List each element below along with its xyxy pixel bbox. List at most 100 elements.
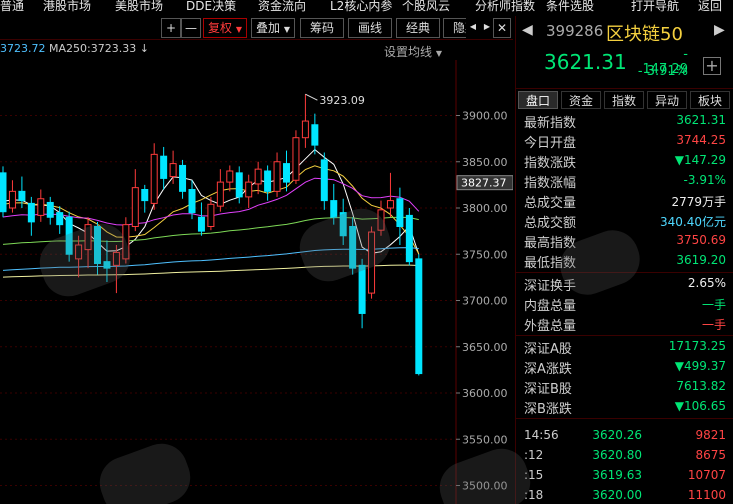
candle-up bbox=[226, 170, 234, 183]
price-axis: 3900.00 3850.00 3800.00 3750.00 3700.00 3650.… bbox=[305, 93, 513, 493]
index-stat-value: 340.40亿元 bbox=[660, 215, 726, 229]
zoom-out-button[interactable]: — bbox=[181, 18, 201, 38]
candle-up bbox=[292, 137, 300, 181]
tab-index[interactable]: 指数 bbox=[604, 91, 644, 109]
turnover-stat-row: 内盘总量 一手 bbox=[516, 294, 733, 314]
index-stat-label: 最新指数 bbox=[524, 116, 577, 131]
candle-down bbox=[56, 212, 64, 226]
candle-down bbox=[330, 200, 338, 218]
market-stat-value: 7613.82 bbox=[676, 379, 726, 393]
tick-volume: 8675 bbox=[695, 448, 726, 462]
market-stat-label: 深A涨跌 bbox=[524, 362, 572, 377]
tab-funds[interactable]: 资金 bbox=[561, 91, 601, 109]
draw-line-button[interactable]: 画线 bbox=[348, 18, 392, 38]
candle-down bbox=[396, 198, 404, 227]
tick-price: 3620.26 bbox=[592, 428, 642, 442]
current-price-label: 3827.37 bbox=[461, 177, 507, 190]
fuquan-button[interactable]: 复权 ▼ bbox=[203, 18, 247, 38]
index-stat-label: 指数涨幅 bbox=[524, 176, 577, 191]
chip-button[interactable]: 筹码 bbox=[300, 18, 344, 38]
index-stat-value: -3.91% bbox=[683, 173, 726, 187]
tab-sector[interactable]: 板块 bbox=[690, 91, 730, 109]
turnover-stat-label: 内盘总量 bbox=[524, 299, 577, 314]
candle-down bbox=[235, 172, 243, 198]
close-icon[interactable]: ✕ bbox=[493, 18, 511, 38]
ma250-value: 3723.33 bbox=[90, 42, 137, 55]
menu-item-navigation[interactable]: 打开导航 bbox=[631, 0, 679, 12]
market-stat-label: 深证A股 bbox=[524, 342, 572, 357]
ma-settings-label: 设置均线 bbox=[384, 45, 433, 59]
candle-up bbox=[254, 168, 262, 185]
index-price: 3621.31 bbox=[544, 50, 627, 74]
candle-up bbox=[386, 200, 394, 209]
arrow-down-icon: ↓ bbox=[139, 42, 149, 55]
turnover-stat-value: 2.65% bbox=[687, 276, 726, 290]
candle-down bbox=[311, 124, 319, 146]
candle-up bbox=[245, 181, 253, 198]
divider bbox=[516, 418, 733, 419]
candle-down bbox=[188, 189, 196, 214]
index-stat-label: 今日开盘 bbox=[524, 136, 577, 151]
index-stat-row: 指数涨跌 ▼147.29 bbox=[516, 151, 733, 171]
market-stat-row: 深B涨跌 ▼106.65 bbox=[516, 397, 733, 417]
menu-item-analyst[interactable]: 分析师指数 bbox=[475, 0, 535, 12]
index-name: 区块链50 bbox=[606, 24, 683, 45]
y-tick-label: 3550.00 bbox=[462, 433, 508, 446]
tick-price: 3620.80 bbox=[592, 448, 642, 462]
zoom-in-button[interactable]: + bbox=[161, 18, 181, 38]
candle-down bbox=[283, 163, 290, 183]
next-index-icon[interactable]: ▶ bbox=[714, 22, 725, 38]
tick-row: :15 3619.63 10707 bbox=[516, 466, 733, 486]
index-stat-row: 总成交量 2779万手 bbox=[516, 191, 733, 211]
tick-price: 3620.00 bbox=[592, 488, 642, 502]
menu-item-l2[interactable]: L2核心内参 bbox=[330, 0, 392, 12]
menu-item-screener[interactable]: 条件选股 bbox=[546, 0, 594, 12]
index-stat-value: 3621.31 bbox=[676, 113, 726, 127]
menu-item-dde[interactable]: DDE决策 bbox=[186, 0, 236, 12]
ma-settings-button[interactable]: 设置均线 ▼ bbox=[384, 43, 442, 60]
turnover-stat-value: 一手 bbox=[701, 298, 726, 312]
candle-up bbox=[131, 187, 139, 227]
prev-arrow-icon[interactable]: ◀ bbox=[466, 18, 480, 38]
tick-time: :12 bbox=[524, 448, 544, 462]
index-stat-value: 3750.69 bbox=[676, 233, 726, 247]
ma-legend: 3723.72 MA250:3723.33 ↓ bbox=[0, 42, 149, 58]
prev-index-icon[interactable]: ◀ bbox=[522, 22, 533, 38]
candle-down bbox=[415, 258, 423, 375]
candle-down bbox=[160, 155, 168, 179]
high-annotation-pointer bbox=[305, 93, 318, 101]
index-stat-value: ▼147.29 bbox=[674, 153, 726, 167]
turnover-stat-row: 外盘总量 一手 bbox=[516, 314, 733, 334]
market-stat-row: 深证A股 17173.25 bbox=[516, 337, 733, 357]
y-tick-label: 3600.00 bbox=[462, 387, 508, 400]
menu-item-stock-news[interactable]: 个股风云 bbox=[402, 0, 450, 12]
tick-volume: 9821 bbox=[695, 428, 726, 442]
menu-item-normal[interactable]: 普通 bbox=[0, 0, 24, 12]
add-watchlist-button[interactable]: + bbox=[703, 57, 721, 75]
index-stat-row: 今日开盘 3744.25 bbox=[516, 131, 733, 151]
menu-item-back[interactable]: 返回 bbox=[698, 0, 722, 12]
overlay-button[interactable]: 叠加 ▼ bbox=[251, 18, 295, 38]
index-stat-value: 2779万手 bbox=[671, 195, 726, 209]
menu-item-fund-flow[interactable]: 资金流向 bbox=[258, 0, 306, 12]
tab-order-book[interactable]: 盘口 bbox=[518, 91, 558, 109]
y-tick-label: 3900.00 bbox=[462, 110, 508, 123]
candle-down bbox=[264, 170, 272, 192]
market-stat-row: 深A涨跌 ▼499.37 bbox=[516, 357, 733, 377]
tab-movement[interactable]: 异动 bbox=[647, 91, 687, 109]
candle-up bbox=[8, 190, 16, 209]
menu-item-hk[interactable]: 港股市场 bbox=[43, 0, 91, 12]
index-code: 399286 bbox=[546, 22, 604, 40]
candle-down bbox=[18, 190, 26, 202]
candle-up bbox=[273, 161, 281, 192]
menu-item-us[interactable]: 美股市场 bbox=[115, 0, 163, 12]
market-stat-label: 深B涨跌 bbox=[524, 402, 572, 417]
next-arrow-icon[interactable]: ▶ bbox=[480, 18, 494, 38]
ma250-label: MA250: bbox=[49, 42, 91, 55]
classic-button[interactable]: 经典 bbox=[396, 18, 440, 38]
y-tick-label: 3850.00 bbox=[462, 156, 508, 169]
candle-down bbox=[358, 264, 366, 314]
top-menu: 普通 港股市场 美股市场 DDE决策 资金流向 L2核心内参 个股风云 分析师指… bbox=[0, 0, 733, 12]
tick-row: 14:56 3620.26 9821 bbox=[516, 426, 733, 446]
divider bbox=[516, 335, 733, 336]
